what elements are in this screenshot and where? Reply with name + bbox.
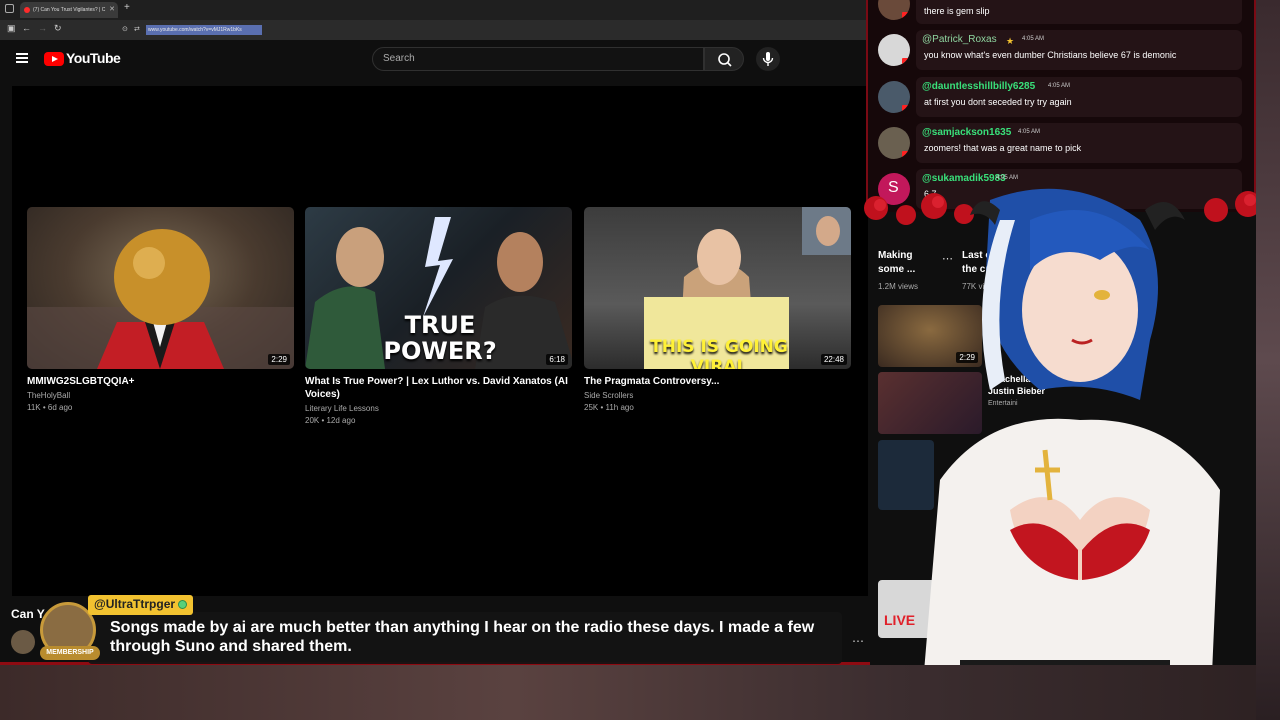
- close-tab-icon[interactable]: ✕: [109, 2, 115, 18]
- microphone-icon: [762, 52, 774, 66]
- chat-message: there is gem slip: [878, 0, 1248, 24]
- vtuber-avatar-image: [920, 188, 1220, 720]
- thumbnail-caption: THIS IS GOING VIRAL: [650, 337, 788, 369]
- video-channel[interactable]: TheHolyBall: [27, 390, 294, 402]
- video-thumbnail[interactable]: 2:29: [27, 207, 294, 369]
- end-screen-video-card[interactable]: THIS IS GOING VIRAL 22:48 The Pragmata C…: [584, 207, 851, 414]
- membership-badge: MEMBERSHIP: [40, 646, 100, 660]
- browser-tab[interactable]: (7) Can You Trust Vigilantes? | C ✕: [20, 2, 118, 18]
- address-bar: ▣ ← → ↻ ⊙ ⇄ www.youtube.com/watch?v=vMJ1…: [0, 20, 870, 40]
- video-duration: 2:29: [268, 354, 290, 365]
- video-meta: 11K • 6d ago: [27, 403, 73, 412]
- highlighted-username: @UltraTtrpger: [88, 595, 194, 615]
- more-actions-icon[interactable]: ⋯: [852, 634, 864, 648]
- sidebar-toggle-icon[interactable]: ▣: [7, 23, 16, 34]
- chat-text: there is gem slip: [924, 6, 990, 16]
- verified-badge-icon: [178, 600, 188, 609]
- video-title[interactable]: MMIWG2SLGBTQQIA+: [27, 375, 294, 388]
- search-input[interactable]: Search: [372, 47, 704, 71]
- ball-figure-image: [27, 229, 294, 369]
- chat-message: @Patrick_Roxas ★ 4:05 AM you know what's…: [878, 30, 1248, 70]
- end-screen-video-card[interactable]: 2:29 MMIWG2SLGBTQQIA+ TheHolyBall 11K • …: [27, 207, 294, 414]
- chat-timestamp: 4:05 AM: [1022, 36, 1045, 42]
- chat-avatar: [878, 127, 910, 159]
- chat-avatar: [878, 0, 910, 20]
- url-field[interactable]: www.youtube.com/watch?v=vMJ1Rw1bKs: [146, 25, 262, 35]
- background-room-edge: [1256, 0, 1280, 720]
- background-room: [0, 665, 1280, 720]
- search-placeholder: Search: [383, 53, 415, 64]
- video-thumbnail[interactable]: TRUE POWER? 6:18: [305, 207, 572, 369]
- site-info-icon[interactable]: ⊙: [122, 25, 128, 33]
- reload-icon[interactable]: ↻: [54, 23, 62, 34]
- video-channel[interactable]: Literary Life Lessons: [305, 403, 572, 415]
- search-button[interactable]: [704, 47, 744, 71]
- back-icon[interactable]: ←: [22, 23, 31, 33]
- thumbnail-caption: TRUE POWER?: [383, 311, 497, 365]
- video-meta: 25K • 11h ago: [584, 403, 634, 412]
- youtube-header: YouTube Search: [0, 40, 870, 78]
- youtube-favicon-icon: [24, 7, 30, 13]
- video-title[interactable]: The Pragmata Controversy...: [584, 375, 851, 388]
- star-badge-icon: ★: [1006, 36, 1015, 46]
- tab-title: (7) Can You Trust Vigilantes? | C: [33, 7, 106, 13]
- chat-message: @dauntlesshillbilly6285 4:05 AM at first…: [878, 77, 1248, 117]
- video-title[interactable]: What Is True Power? | Lex Luthor vs. Dav…: [305, 375, 572, 401]
- chat-text: at first you dont seceded try try again: [924, 97, 1072, 107]
- new-tab-icon[interactable]: +: [124, 2, 130, 13]
- window-menu-icon[interactable]: [5, 4, 14, 13]
- voice-search-button[interactable]: [756, 47, 780, 71]
- chat-timestamp: 4:05 AM: [1018, 129, 1041, 135]
- chat-username[interactable]: @samjackson1635: [922, 127, 1011, 138]
- chat-avatar: [878, 34, 910, 66]
- search-icon: [718, 53, 732, 67]
- browser-tab-bar: (7) Can You Trust Vigilantes? | C ✕ +: [0, 0, 870, 20]
- chat-username[interactable]: @Patrick_Roxas: [922, 34, 997, 45]
- menu-icon[interactable]: [16, 53, 28, 63]
- highlighted-message-text: Songs made by ai are much better than an…: [110, 619, 815, 655]
- youtube-brand[interactable]: YouTube: [66, 50, 121, 66]
- video-duration: 6:18: [546, 354, 568, 365]
- video-thumbnail[interactable]: THIS IS GOING VIRAL 22:48: [584, 207, 851, 369]
- channel-avatar[interactable]: [11, 630, 35, 654]
- chat-text: zoomers! that was a great name to pick: [924, 143, 1082, 153]
- chat-avatar: [878, 81, 910, 113]
- video-channel[interactable]: Side Scrollers: [584, 390, 851, 402]
- tune-icon[interactable]: ⇄: [134, 25, 140, 33]
- youtube-logo-icon[interactable]: [44, 52, 64, 66]
- video-page-title: Can Y: [11, 607, 45, 621]
- video-meta: 20K • 12d ago: [305, 416, 356, 425]
- chat-timestamp: 4:05 AM: [1048, 83, 1071, 89]
- forward-icon[interactable]: →: [38, 23, 47, 33]
- chat-message: @samjackson1635 4:05 AM zoomers! that wa…: [878, 123, 1248, 163]
- chat-username[interactable]: @dauntlesshillbilly6285: [922, 81, 1035, 92]
- end-screen-video-card[interactable]: TRUE POWER? 6:18 What Is True Power? | L…: [305, 207, 572, 427]
- chat-text: you know what's even dumber Christians b…: [924, 50, 1177, 60]
